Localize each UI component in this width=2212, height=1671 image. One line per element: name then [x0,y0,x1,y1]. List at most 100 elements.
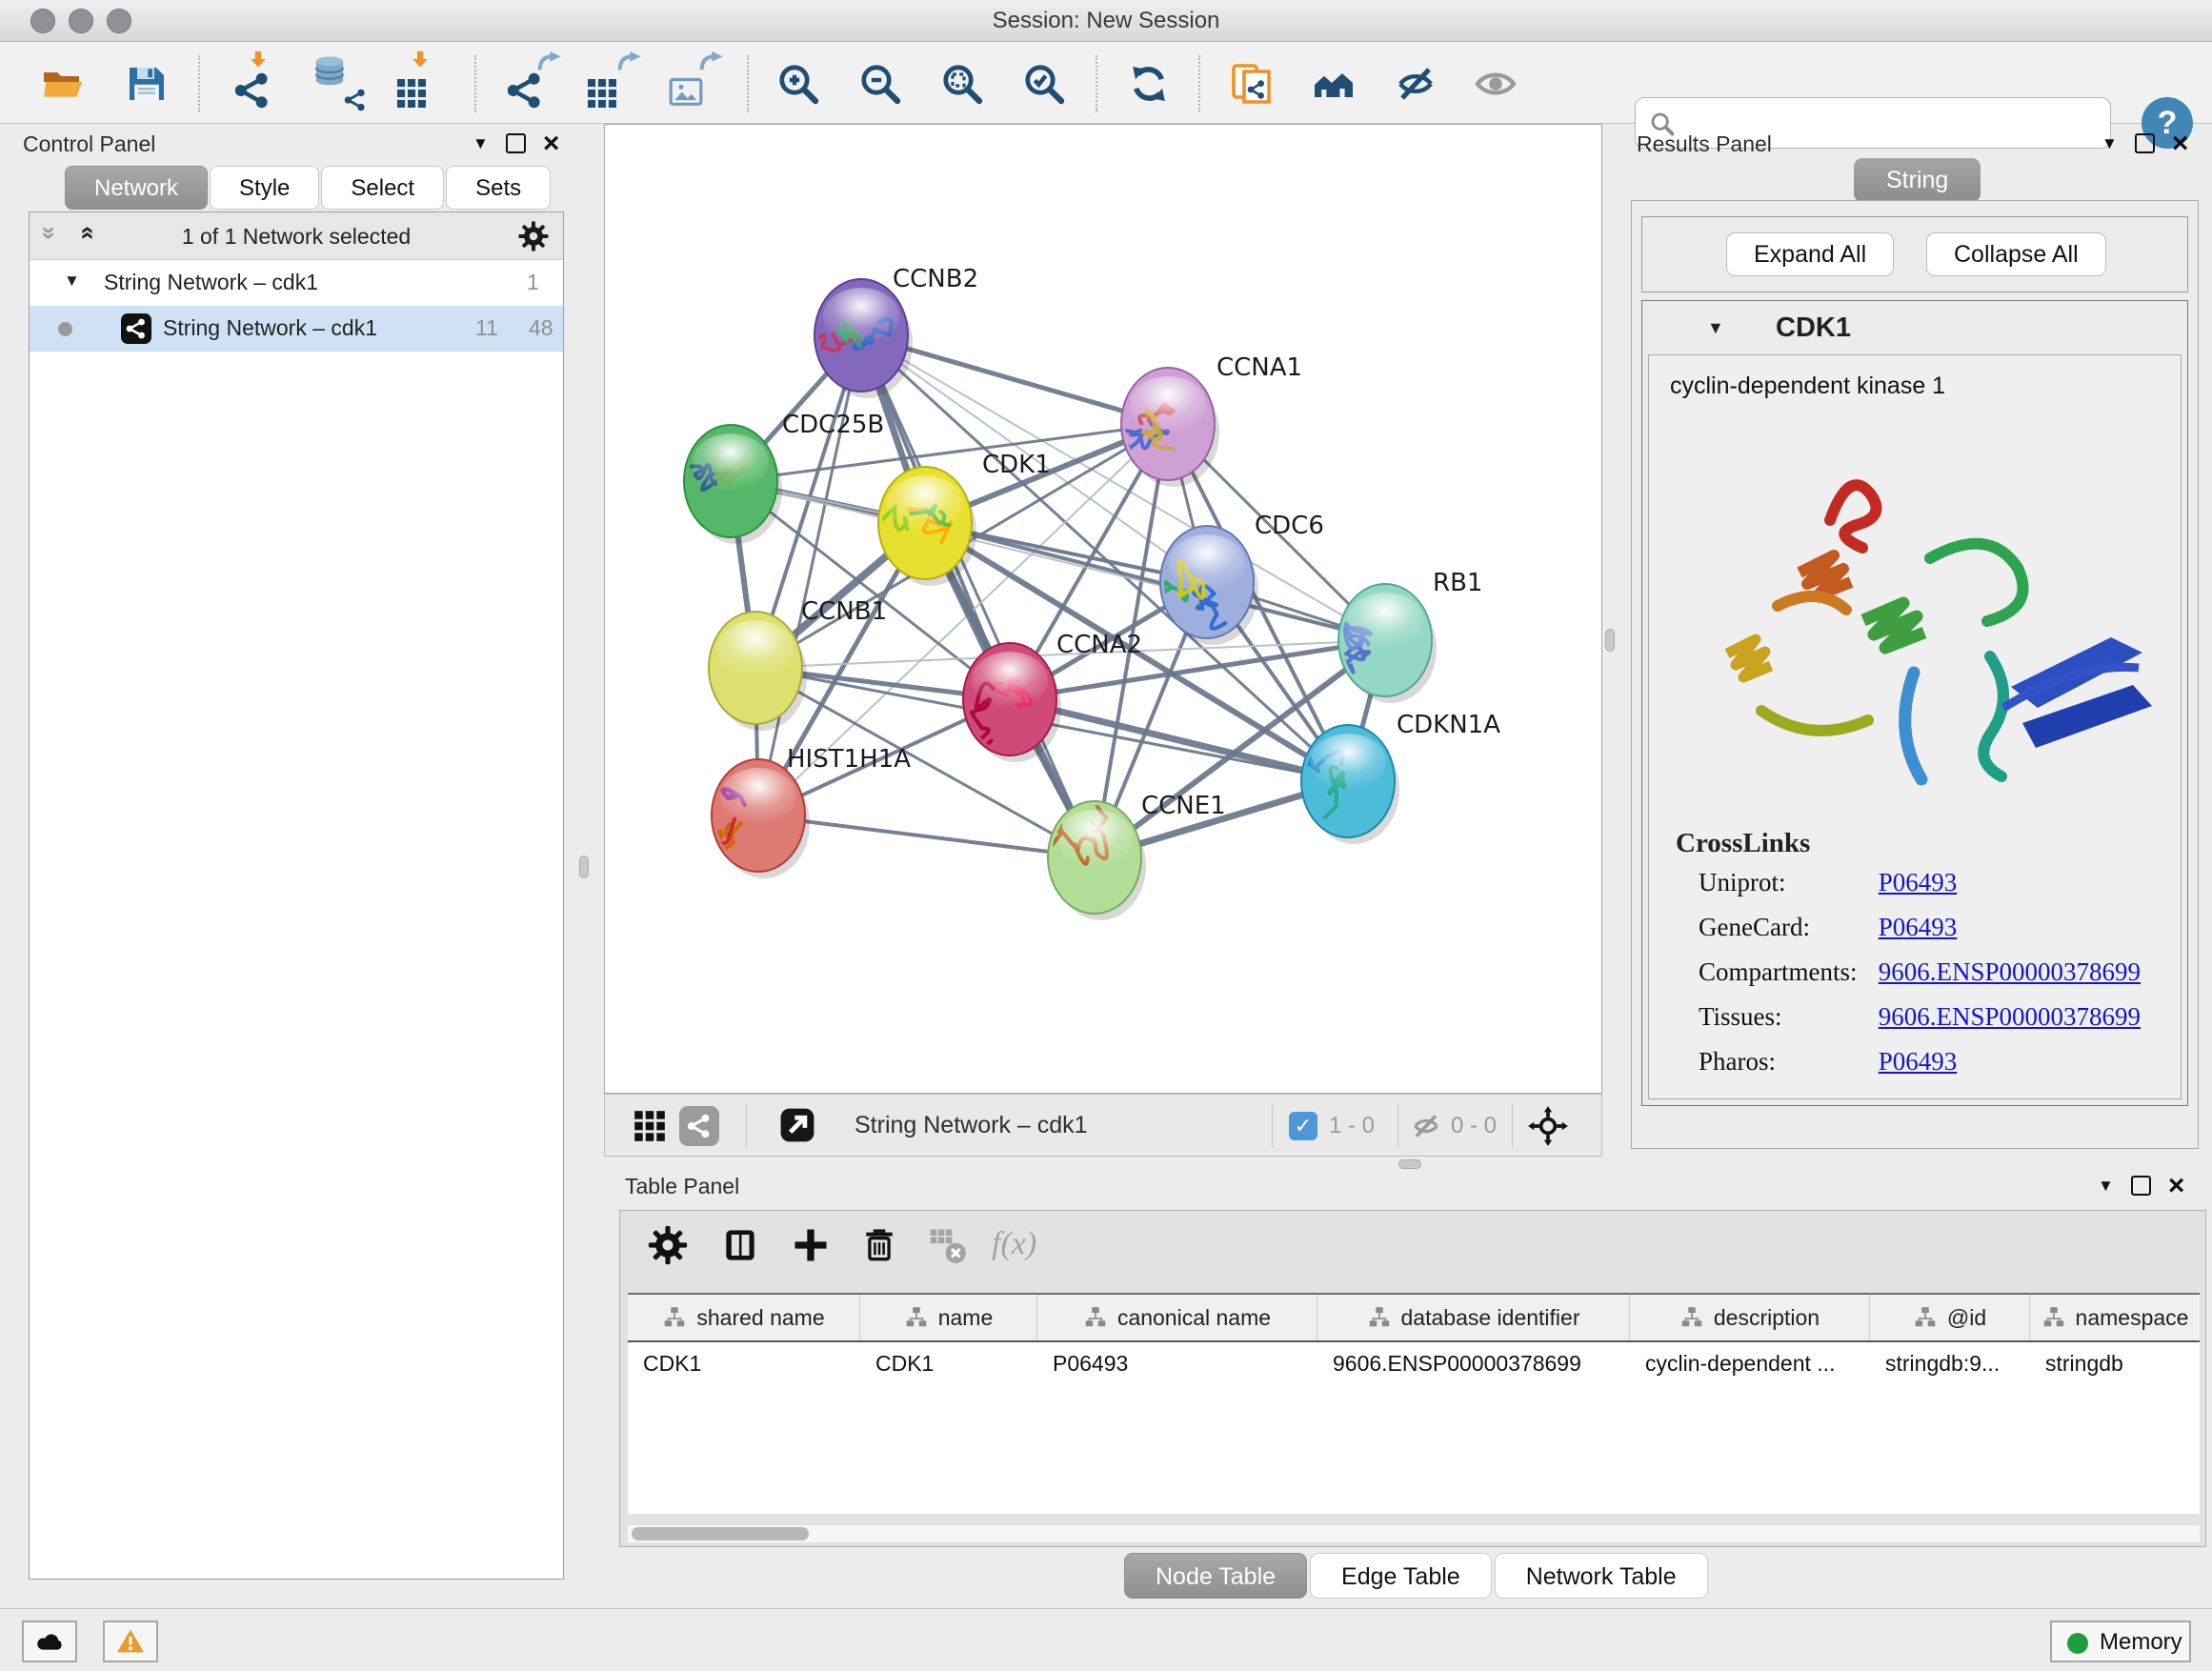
collection-expand-icon[interactable]: ▼ [64,272,80,291]
close-panel-icon[interactable]: × [543,133,560,153]
zoom-out-icon[interactable] [854,57,907,111]
table-tabs: Node Table Edge Table Network Table [1124,1553,1708,1599]
gene-description: cyclin-dependent kinase 1 [1670,372,1945,400]
table-row[interactable]: CDK1 CDK1 P06493 9606.ENSP00000378699 cy… [628,1342,2200,1386]
import-table-icon[interactable] [394,57,448,111]
results-panel: Results Panel ▼ × String Expand All Coll… [1619,130,2206,1160]
tab-network-table[interactable]: Network Table [1495,1553,1708,1599]
cell-description[interactable]: cyclin-dependent ... [1630,1342,1870,1386]
network-canvas[interactable]: CCNB2CCNA1CDC25BCDK1CDC6RB1CCNB1CCNA2CDK… [604,124,1602,1094]
gene-name: CDK1 [1776,312,1851,344]
gene-section-header[interactable]: ▼ CDK1 [1642,301,2187,354]
network-row-label: String Network – cdk1 [163,315,377,341]
birds-eye-icon[interactable] [1527,1105,1569,1147]
expand-all-button[interactable]: Expand All [1726,232,1894,276]
float-panel-icon[interactable] [2135,133,2155,153]
column-header[interactable]: namespace [2030,1295,2200,1340]
collapse-panel-icon[interactable]: ▼ [473,134,489,153]
import-network-database-icon[interactable] [311,57,364,111]
warnings-button[interactable] [103,1621,158,1662]
save-session-icon[interactable] [120,57,173,111]
left-splitter-handle[interactable] [579,856,589,878]
node-table: shared name name canonical name database… [628,1293,2200,1514]
gene-collapse-icon[interactable]: ▼ [1707,318,1724,338]
tab-select[interactable]: Select [321,166,444,210]
crosslink-link[interactable]: P06493 [1879,913,1958,941]
first-neighbors-icon[interactable] [1307,57,1360,111]
network-options-gear-icon[interactable] [517,220,550,252]
results-panel-title: Results Panel [1637,131,1772,157]
crosslink-link[interactable]: 9606.ENSP00000378699 [1879,957,2141,986]
export-table-icon[interactable] [585,57,638,111]
view-toolbar-separator [1272,1104,1273,1148]
tab-sets[interactable]: Sets [446,166,551,210]
hidden-eye-icon[interactable] [1410,1110,1442,1142]
zoom-fit-icon[interactable] [935,57,989,111]
protein-structure-image [1687,430,2163,811]
cell-canonical-name[interactable]: P06493 [1037,1342,1317,1386]
view-toolbar-separator [1512,1104,1513,1148]
tab-node-table[interactable]: Node Table [1124,1553,1307,1599]
network-view-share-icon[interactable] [679,1106,719,1146]
network-edge[interactable] [758,335,861,815]
cell-namespace[interactable]: stringdb [2030,1342,2200,1386]
column-header[interactable]: canonical name [1037,1295,1317,1340]
collapse-all-button[interactable]: Collapse All [1926,232,2106,276]
tab-string[interactable]: String [1854,158,1981,202]
cloud-status-button[interactable] [22,1621,77,1662]
grid-view-icon[interactable] [632,1108,668,1144]
table-options-gear-icon[interactable] [647,1224,689,1266]
network-collection-row[interactable]: ▼ String Network – cdk1 1 [30,260,563,306]
import-network-icon[interactable] [232,57,286,111]
network-row[interactable]: String Network – cdk1 11 48 [30,306,563,352]
tab-style[interactable]: Style [210,166,319,210]
network-edge[interactable] [925,523,1385,640]
column-header[interactable]: @id [1870,1295,2030,1340]
bottom-splitter-handle[interactable] [1398,1159,1421,1169]
column-header[interactable]: database identifier [1317,1295,1630,1340]
cell-name[interactable]: CDK1 [860,1342,1037,1386]
network-status-dot [58,322,72,336]
open-session-icon[interactable] [36,57,90,111]
column-header[interactable]: shared name [628,1295,860,1340]
node-label-CCNB2: CCNB2 [893,265,978,293]
delete-column-icon[interactable] [858,1224,900,1266]
collapse-panel-icon[interactable]: ▼ [2098,1177,2114,1196]
column-header[interactable]: name [860,1295,1037,1340]
apply-layout-icon[interactable] [1122,57,1176,111]
crosslink-link[interactable]: 9606.ENSP00000378699 [1879,1002,2141,1031]
tab-network[interactable]: Network [65,166,208,210]
hide-selected-icon[interactable] [1389,57,1442,111]
cell-database-identifier[interactable]: 9606.ENSP00000378699 [1317,1342,1630,1386]
cell-shared-name[interactable]: CDK1 [628,1342,860,1386]
close-panel-icon[interactable]: × [2168,1176,2185,1196]
detach-view-icon[interactable] [776,1104,818,1146]
network-edge[interactable] [861,335,1095,857]
show-columns-icon[interactable] [719,1224,761,1266]
cell-id[interactable]: stringdb:9... [1870,1342,2030,1386]
selected-checkbox-icon[interactable]: ✓ [1289,1112,1317,1140]
memory-button[interactable]: Memory [2050,1621,2191,1662]
export-network-icon[interactable] [505,57,558,111]
column-header[interactable]: description [1630,1295,1870,1340]
collapse-panel-icon[interactable]: ▼ [2101,134,2118,153]
network-selection-bar: » » 1 of 1 Network selected [30,212,563,260]
crosslink-link[interactable]: P06493 [1879,868,1958,896]
new-network-from-selection-icon[interactable] [1225,57,1278,111]
float-panel-icon[interactable] [2131,1176,2151,1196]
show-all-icon[interactable] [1469,57,1522,111]
node-label-CDKN1A: CDKN1A [1397,711,1500,739]
crosslink-link[interactable]: P06493 [1879,1047,1958,1076]
add-column-icon[interactable] [790,1224,832,1266]
crosslink-row: GeneCard: P06493 [1699,913,2167,942]
control-panel-title: Control Panel [23,131,155,157]
float-panel-icon[interactable] [506,133,526,153]
table-horizontal-scrollbar[interactable] [628,1525,2200,1542]
export-image-icon[interactable] [667,57,720,111]
close-panel-icon[interactable]: × [2172,133,2189,153]
zoom-in-icon[interactable] [772,57,825,111]
zoom-selected-icon[interactable] [1017,57,1071,111]
right-splitter-handle[interactable] [1605,629,1615,652]
tab-edge-table[interactable]: Edge Table [1310,1553,1492,1599]
scrollbar-thumb[interactable] [632,1527,809,1540]
